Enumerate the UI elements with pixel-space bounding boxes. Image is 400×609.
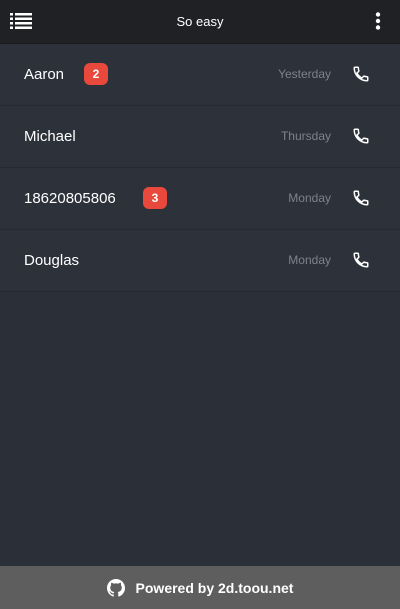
header-bar: So easy [0, 0, 400, 44]
phone-icon [353, 252, 369, 268]
unread-badge: 2 [84, 63, 108, 85]
contact-time: Monday [288, 191, 331, 205]
phone-icon [353, 128, 369, 144]
list-item[interactable]: 18620805806 3 Monday [0, 168, 400, 230]
call-button[interactable] [350, 187, 372, 209]
list-item[interactable]: Douglas Monday [0, 230, 400, 292]
page-title: So easy [176, 14, 224, 29]
contact-time: Thursday [280, 129, 331, 143]
contact-name: Aaron [24, 66, 65, 83]
contact-name: Douglas [24, 252, 80, 269]
contact-time: Monday [288, 253, 331, 267]
footer-link[interactable]: Powered by 2d.toou.net [0, 566, 400, 609]
github-icon [106, 578, 125, 597]
contact-name: Michael [24, 128, 76, 145]
more-vertical-icon [375, 12, 381, 30]
call-button[interactable] [350, 249, 372, 271]
contact-name: 18620805806 [24, 190, 116, 207]
phone-icon [353, 66, 369, 82]
call-button[interactable] [350, 63, 372, 85]
footer-text: Powered by 2d.toou.net [135, 579, 294, 596]
call-button[interactable] [350, 125, 372, 147]
unread-badge: 3 [143, 187, 167, 209]
contact-time: Yesterday [278, 67, 331, 81]
list-item[interactable]: Aaron 2 Yesterday [0, 44, 400, 106]
phone-icon [353, 190, 369, 206]
contact-list: Aaron 2 Yesterday Michael Thursday 18620… [0, 44, 400, 292]
more-options-button[interactable] [366, 8, 390, 34]
list-item[interactable]: Michael Thursday [0, 106, 400, 168]
app: So easy Aaron 2 Yesterday Michael Thursd… [0, 0, 400, 609]
